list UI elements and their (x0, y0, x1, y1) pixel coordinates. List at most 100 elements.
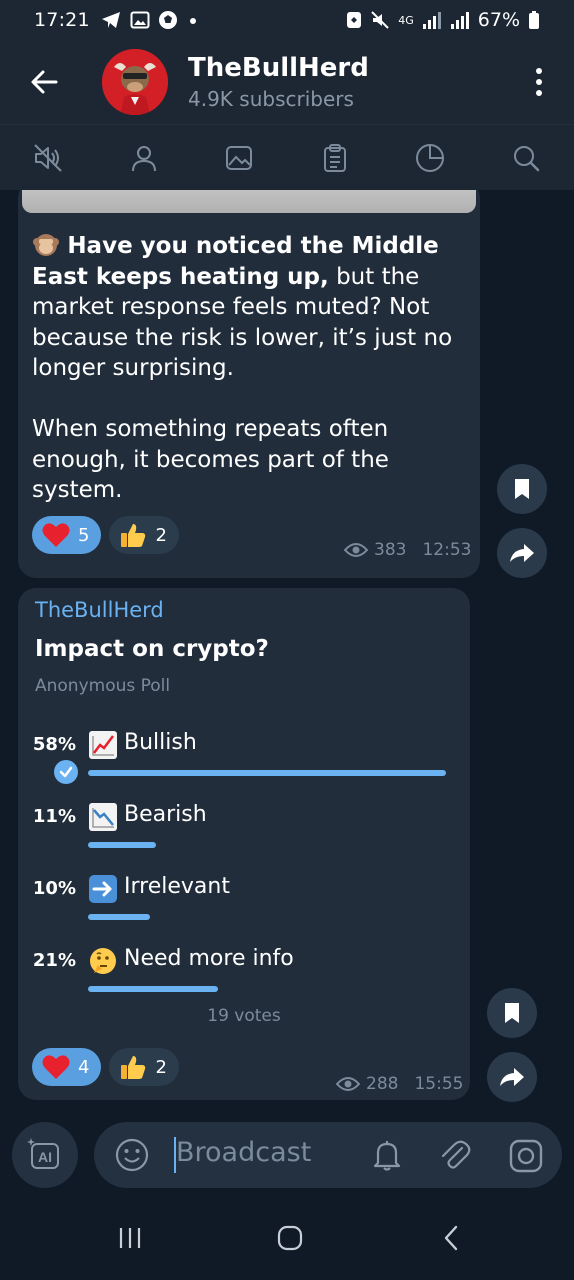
poll-type: Anonymous Poll (35, 676, 171, 696)
share-post-button[interactable] (497, 528, 547, 578)
poll-author[interactable]: TheBullHerd (35, 598, 164, 622)
reaction-thumbs-up[interactable]: 2 (109, 1048, 179, 1086)
media-button[interactable] (215, 134, 263, 182)
poll-option-label: Irrelevant (124, 874, 230, 899)
ai-button[interactable]: AI (12, 1122, 78, 1188)
battery-percent: 67% (477, 9, 520, 31)
bell-icon[interactable] (370, 1138, 404, 1172)
post-time: 12:53 (422, 540, 472, 560)
attach-icon[interactable] (438, 1138, 472, 1172)
poll-meta: 288 15:55 (336, 1074, 463, 1094)
poll-views: 288 (366, 1074, 399, 1094)
arrow-left-icon (31, 70, 58, 94)
status-time: 17:21 (34, 9, 90, 31)
poll-option-bullish[interactable]: 58% Bullish (18, 728, 470, 794)
poll-option-percent: 11% (32, 806, 76, 827)
chosen-check-icon (54, 760, 78, 784)
poll-option-need-more-info[interactable]: 21% Need more info (18, 944, 470, 1010)
monkey-emoji-icon (33, 234, 59, 256)
heart-icon (42, 1055, 70, 1079)
poll-option-label: Bullish (124, 730, 197, 755)
reaction-thumbs-count: 2 (155, 1056, 167, 1078)
poll-option-irrelevant[interactable]: 10% Irrelevant (18, 872, 470, 938)
more-options-button[interactable] (504, 40, 574, 124)
back-button[interactable] (0, 40, 88, 124)
network-type: 4G (398, 13, 414, 27)
message-list[interactable]: Have you noticed the Middle East keeps h… (0, 190, 574, 1118)
post-meta: 383 12:53 (344, 540, 471, 560)
reaction-heart[interactable]: 4 (32, 1048, 102, 1086)
pie-chart-icon (416, 143, 445, 172)
poll-option-bearish[interactable]: 11% Bearish (18, 800, 470, 866)
channel-avatar[interactable] (102, 49, 168, 115)
poll-option-percent: 58% (32, 734, 76, 755)
share-arrow-icon (500, 1068, 524, 1086)
status-bar: 17:21 4G 67% (0, 0, 574, 40)
poll-option-bar (88, 986, 218, 992)
signal-icon-2 (450, 12, 469, 29)
thumbs-up-icon (121, 524, 146, 547)
battery-icon (529, 11, 539, 29)
share-poll-button[interactable] (487, 1052, 537, 1102)
chart-up-icon (89, 731, 117, 759)
reaction-heart-count: 4 (78, 1056, 90, 1078)
image-icon (226, 145, 253, 170)
heart-icon (42, 523, 70, 547)
search-icon (513, 145, 540, 171)
reaction-thumbs-count: 2 (155, 524, 167, 546)
chat-header: TheBullHerd 4.9K subscribers (0, 40, 574, 124)
more-vertical-icon (536, 68, 542, 96)
share-arrow-icon (510, 544, 534, 562)
home-icon[interactable] (276, 1224, 304, 1252)
poll-post[interactable]: TheBullHerd Impact on crypto? Anonymous … (18, 588, 470, 1100)
recent-apps-icon[interactable] (116, 1224, 144, 1252)
save-post-button[interactable] (497, 464, 547, 514)
channel-title[interactable]: TheBullHerd (188, 53, 369, 83)
poll-votes: 19 votes (207, 1006, 281, 1026)
gallery-notification-icon (130, 11, 150, 29)
nfc-lock-icon (347, 12, 362, 28)
search-button[interactable] (502, 134, 550, 182)
thumbs-up-icon (121, 1056, 146, 1079)
mute-button[interactable] (24, 134, 72, 182)
ai-sparkle-icon: AI (27, 1138, 59, 1169)
poll-option-bar (88, 770, 446, 776)
arrow-right-icon (89, 875, 117, 903)
chart-down-icon (89, 803, 117, 831)
person-icon (131, 145, 156, 171)
files-button[interactable] (311, 134, 359, 182)
telegram-notification-icon (101, 12, 120, 28)
members-button[interactable] (120, 134, 168, 182)
post-photo[interactable] (22, 190, 476, 213)
signal-icon-1 (422, 12, 441, 29)
svg-text:AI: AI (38, 1149, 52, 1165)
poll-question: Impact on crypto? (35, 636, 269, 662)
bookmark-icon (515, 479, 529, 499)
poll-option-percent: 21% (32, 950, 76, 971)
bull-logo-icon (102, 49, 168, 115)
poll-time: 15:55 (414, 1074, 464, 1094)
poll-option-percent: 10% (32, 878, 76, 899)
channel-post[interactable]: Have you noticed the Middle East keeps h… (18, 190, 480, 578)
channel-toolbar (0, 124, 574, 190)
subscriber-count: 4.9K subscribers (188, 87, 354, 111)
message-field[interactable]: Broadcast (94, 1122, 562, 1188)
clipboard-icon (323, 143, 346, 172)
camera-icon[interactable] (508, 1138, 544, 1174)
dot-icon (189, 18, 196, 24)
thinking-face-icon (90, 948, 116, 974)
composer-bar: AI Broadcast (0, 1118, 574, 1194)
reaction-heart[interactable]: 5 (32, 516, 102, 554)
bookmark-icon (505, 1003, 519, 1023)
views-eye-icon (336, 1077, 360, 1091)
reaction-thumbs-up[interactable]: 2 (109, 516, 179, 554)
statistics-button[interactable] (406, 134, 454, 182)
football-notification-icon (158, 11, 177, 29)
reaction-heart-count: 5 (78, 524, 90, 546)
poll-option-bar (88, 914, 150, 920)
mute-status-icon (371, 11, 389, 29)
back-nav-icon[interactable] (438, 1224, 466, 1252)
mute-icon (34, 143, 62, 172)
save-poll-button[interactable] (487, 988, 537, 1038)
emoji-icon[interactable] (114, 1137, 150, 1173)
